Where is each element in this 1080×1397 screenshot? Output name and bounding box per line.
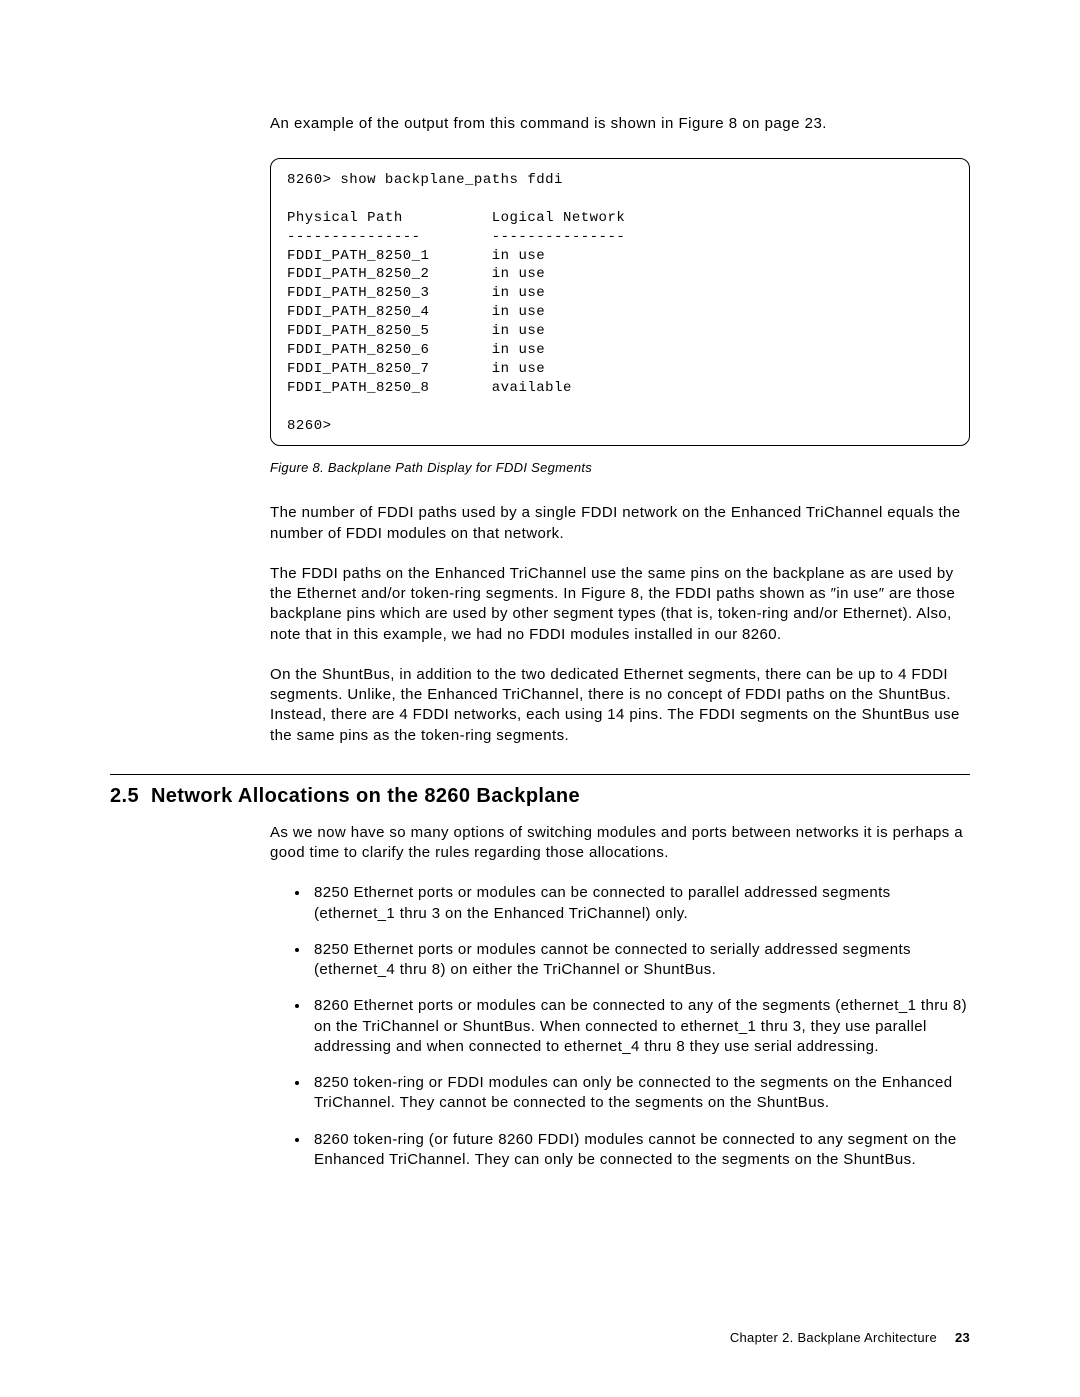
row-status: in use (492, 304, 545, 320)
row-status: in use (492, 342, 545, 358)
list-item: 8260 token-ring (or future 8260 FDDI) mo… (310, 1130, 970, 1171)
row-path: FDDI_PATH_8250_2 (287, 266, 429, 282)
bullet-list: 8250 Ethernet ports or modules can be co… (270, 883, 970, 1170)
section-rule (110, 774, 970, 775)
row-path: FDDI_PATH_8250_4 (287, 304, 429, 320)
row-status: in use (492, 323, 545, 339)
page-footer: Chapter 2. Backplane Architecture 23 (730, 1330, 970, 1345)
terminal-prompt: 8260> (287, 418, 332, 434)
figure-terminal-box: 8260> show backplane_paths fddi Physical… (270, 158, 970, 446)
row-path: FDDI_PATH_8250_1 (287, 248, 429, 264)
figure-caption: Figure 8. Backplane Path Display for FDD… (270, 460, 970, 475)
col-header-left: Physical Path (287, 210, 403, 226)
row-path: FDDI_PATH_8250_8 (287, 380, 429, 396)
row-status: in use (492, 285, 545, 301)
footer-chapter: Chapter 2. Backplane Architecture (730, 1330, 937, 1345)
footer-page-number: 23 (955, 1330, 970, 1345)
row-status: in use (492, 361, 545, 377)
body-paragraph: On the ShuntBus, in addition to the two … (270, 665, 970, 746)
section-title: Network Allocations on the 8260 Backplan… (151, 785, 580, 807)
list-item: 8260 Ethernet ports or modules can be co… (310, 996, 970, 1057)
row-path: FDDI_PATH_8250_6 (287, 342, 429, 358)
body-paragraph: The FDDI paths on the Enhanced TriChanne… (270, 564, 970, 645)
intro-text: An example of the output from this comma… (270, 115, 970, 132)
col-header-right: Logical Network (492, 210, 626, 226)
section-number: 2.5 (110, 785, 139, 807)
list-item: 8250 Ethernet ports or modules can be co… (310, 883, 970, 924)
row-path: FDDI_PATH_8250_3 (287, 285, 429, 301)
row-path: FDDI_PATH_8250_5 (287, 323, 429, 339)
body-paragraph: The number of FDDI paths used by a singl… (270, 503, 970, 544)
list-item: 8250 token-ring or FDDI modules can only… (310, 1073, 970, 1114)
row-status: in use (492, 248, 545, 264)
list-item: 8250 Ethernet ports or modules cannot be… (310, 940, 970, 981)
section-heading: 2.5 Network Allocations on the 8260 Back… (110, 785, 970, 808)
terminal-command: 8260> show backplane_paths fddi (287, 172, 563, 188)
row-path: FDDI_PATH_8250_7 (287, 361, 429, 377)
section-intro: As we now have so many options of switch… (270, 823, 970, 864)
row-status: available (492, 380, 572, 396)
row-status: in use (492, 266, 545, 282)
